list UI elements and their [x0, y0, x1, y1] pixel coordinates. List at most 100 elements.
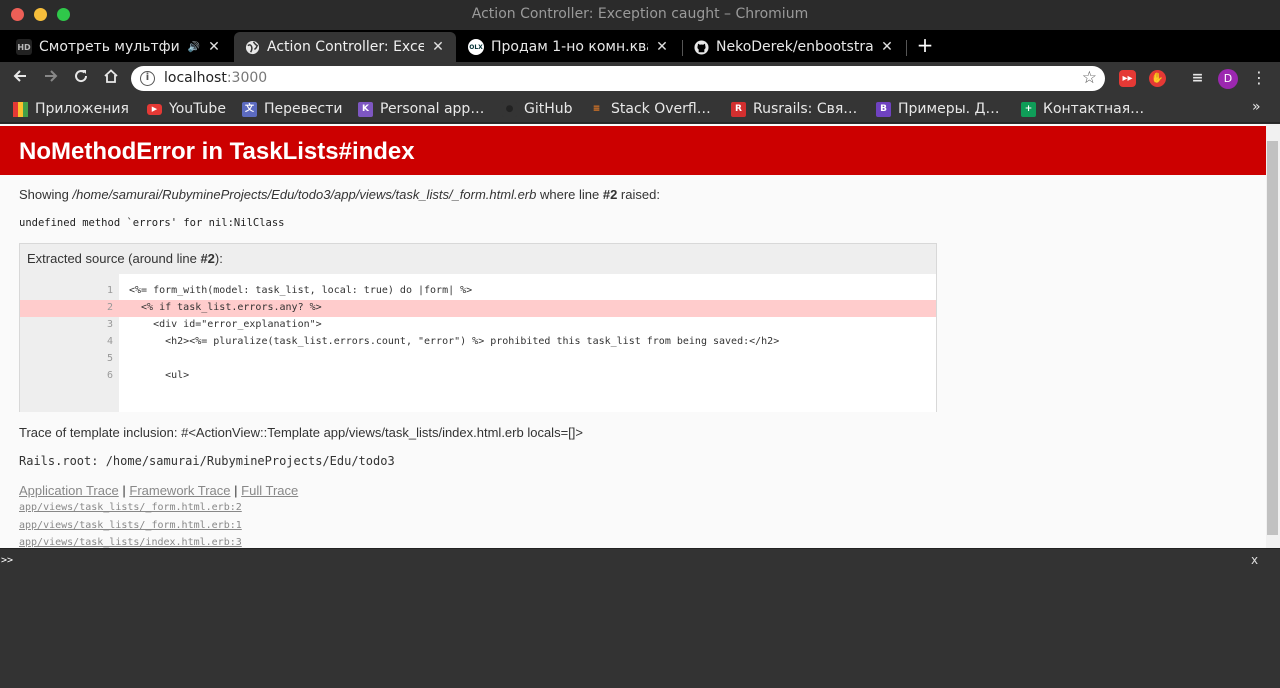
bookmark-star-icon[interactable]: ☆ — [1082, 68, 1097, 88]
browser-toolbar: i localhost:3000 ☆ ▸▸ ✋ ≡ D ⋮ — [0, 62, 1280, 95]
bookmark-github[interactable]: ● GitHub — [502, 99, 573, 119]
bookmark-contact[interactable]: + Контактная… — [1021, 99, 1144, 119]
url-text[interactable]: localhost:3000 — [164, 70, 267, 86]
tab-label: Смотреть мультфи — [39, 39, 180, 55]
code-area: 1 <%= form_with(model: task_list, local: … — [20, 274, 936, 412]
media-queue-icon[interactable]: ≡ — [1189, 70, 1206, 87]
github-icon: ● — [502, 101, 517, 117]
tab-olx[interactable]: OLX Продам 1-но комн.ква ✕ — [458, 32, 680, 62]
address-bar[interactable]: i localhost:3000 ☆ — [131, 66, 1105, 91]
hd-icon: HD — [16, 39, 32, 55]
bookmark-label: GitHub — [524, 101, 573, 117]
globe-icon — [244, 39, 260, 55]
code-text: <% if task_list.errors.any? %> — [129, 302, 322, 313]
link-separator: | — [234, 483, 238, 498]
bookmark-label: Контактная… — [1043, 101, 1145, 117]
trace-line-link[interactable]: app/views/task_lists/index.html.erb:3 — [19, 537, 242, 548]
reload-icon — [75, 70, 88, 83]
code-text: <ul> — [129, 370, 190, 381]
trace-of-template-inclusion: Trace of template inclusion: #<ActionVie… — [19, 425, 583, 440]
tab-close-icon[interactable]: ✕ — [654, 39, 670, 55]
tab-close-icon[interactable]: ✕ — [879, 39, 895, 55]
back-arrow-icon — [13, 70, 26, 82]
code-line: 3 <div id="error_explanation"> — [20, 317, 936, 334]
source-title-prefix: Extracted source (around line — [27, 251, 201, 266]
bookmark-label: Personal app… — [380, 101, 485, 117]
bookmark-label: Перевести — [264, 101, 343, 117]
profile-avatar[interactable]: D — [1218, 69, 1238, 89]
reload-button[interactable] — [69, 67, 93, 91]
adblock-hand-icon[interactable]: ✋ — [1149, 70, 1166, 87]
info-icon[interactable]: i — [140, 71, 155, 86]
tab-label: NekoDerek/enbootstrap — [716, 39, 873, 55]
url-port: :3000 — [226, 70, 268, 86]
source-title: Extracted source (around line #2): — [27, 251, 223, 266]
template-path: /home/samurai/RubymineProjects/Edu/todo3… — [72, 187, 537, 202]
extension-video-icon[interactable]: ▸▸ — [1119, 70, 1136, 87]
bootstrap-icon: B — [876, 101, 891, 117]
code-line: 1 <%= form_with(model: task_list, local: … — [20, 283, 936, 300]
forward-arrow-icon — [45, 70, 58, 82]
code-line-highlighted: 2 <% if task_list.errors.any? %> — [20, 300, 936, 317]
bookmark-rusrails[interactable]: R Rusrails: Свя… — [731, 99, 857, 119]
github-icon — [693, 39, 709, 55]
console-close-icon[interactable]: x — [1251, 553, 1258, 567]
tab-close-icon[interactable]: ✕ — [206, 39, 222, 55]
stackoverflow-icon: ≡ — [592, 103, 601, 114]
web-console[interactable]: >> x — [0, 548, 1280, 688]
bookmark-label: Приложения — [35, 101, 129, 117]
olx-icon: OLX — [468, 39, 484, 55]
showing-mid: where line — [536, 187, 603, 202]
rusrails-icon: R — [731, 101, 746, 117]
speaker-icon[interactable]: 🔊 — [188, 42, 200, 53]
showing-prefix: Showing — [19, 187, 73, 202]
page-viewport: NoMethodError in TaskLists#index Showing… — [0, 124, 1266, 548]
tab-close-icon[interactable]: ✕ — [430, 39, 446, 55]
line-num: 1 — [106, 285, 113, 296]
trace-toggle-links: Application Trace | Framework Trace | Fu… — [19, 483, 298, 498]
window-title: Action Controller: Exception caught – Ch… — [471, 6, 809, 22]
line-num: 6 — [106, 370, 113, 381]
showing-line: Showing /home/samurai/RubymineProjects/E… — [19, 187, 660, 202]
framework-trace-link[interactable]: Framework Trace — [129, 483, 230, 498]
trace-line-link[interactable]: app/views/task_lists/_form.html.erb:2 — [19, 502, 242, 513]
bookmark-bootstrap[interactable]: B Примеры. Д… — [876, 99, 999, 119]
line-number: #2 — [602, 187, 618, 202]
code-line: 6 <ul> — [20, 368, 936, 385]
browser-menu-icon[interactable]: ⋮ — [1251, 67, 1267, 89]
new-tab-button[interactable]: + — [914, 32, 936, 58]
tab-cartoon[interactable]: HD Смотреть мультфи 🔊 ✕ — [6, 32, 232, 62]
bookmark-personal-app[interactable]: K Personal app… — [358, 99, 484, 119]
full-trace-link[interactable]: Full Trace — [241, 483, 298, 498]
tab-label: Продам 1-но комн.ква — [491, 39, 648, 55]
bookmark-youtube[interactable]: ▶ YouTube — [147, 99, 226, 119]
bookmark-translate[interactable]: 文 Перевести — [242, 99, 342, 119]
home-icon — [104, 69, 118, 83]
page-scrollbar-thumb[interactable] — [1267, 141, 1278, 535]
application-trace-link[interactable]: Application Trace — [19, 483, 119, 498]
showing-suffix: raised: — [617, 187, 660, 202]
home-button[interactable] — [99, 67, 123, 91]
bookmark-label: Примеры. Д… — [898, 101, 1000, 117]
bookmark-apps[interactable]: Приложения — [13, 99, 129, 119]
code-text: <h2><%= pluralize(task_list.errors.count… — [129, 336, 780, 347]
console-prompt[interactable]: >> — [1, 555, 13, 566]
code-text: <div id="error_explanation"> — [129, 319, 322, 330]
line-num: 3 — [106, 319, 113, 330]
youtube-icon: ▶ — [147, 103, 162, 115]
translate-icon: 文 — [242, 101, 257, 117]
error-message: undefined method `errors' for nil:NilCla… — [19, 217, 285, 229]
bookmark-label: Rusrails: Свя… — [753, 101, 858, 117]
bookmark-label: YouTube — [169, 101, 226, 117]
line-num: 5 — [106, 353, 113, 364]
tab-github[interactable]: NekoDerek/enbootstrap ✕ — [683, 32, 905, 62]
k-icon: K — [358, 101, 373, 117]
back-button[interactable] — [8, 67, 32, 91]
trace-line-link[interactable]: app/views/task_lists/_form.html.erb:1 — [19, 520, 242, 531]
forward-button[interactable] — [39, 67, 63, 91]
bookmarks-overflow-button[interactable]: » — [1252, 99, 1261, 115]
plus-icon: + — [1021, 101, 1036, 117]
bookmark-stackoverflow[interactable]: ≡ Stack Overfl… — [589, 99, 711, 119]
tab-action-controller[interactable]: Action Controller: Excep ✕ — [234, 32, 456, 62]
code-line: 4 <h2><%= pluralize(task_list.errors.cou… — [20, 334, 936, 351]
